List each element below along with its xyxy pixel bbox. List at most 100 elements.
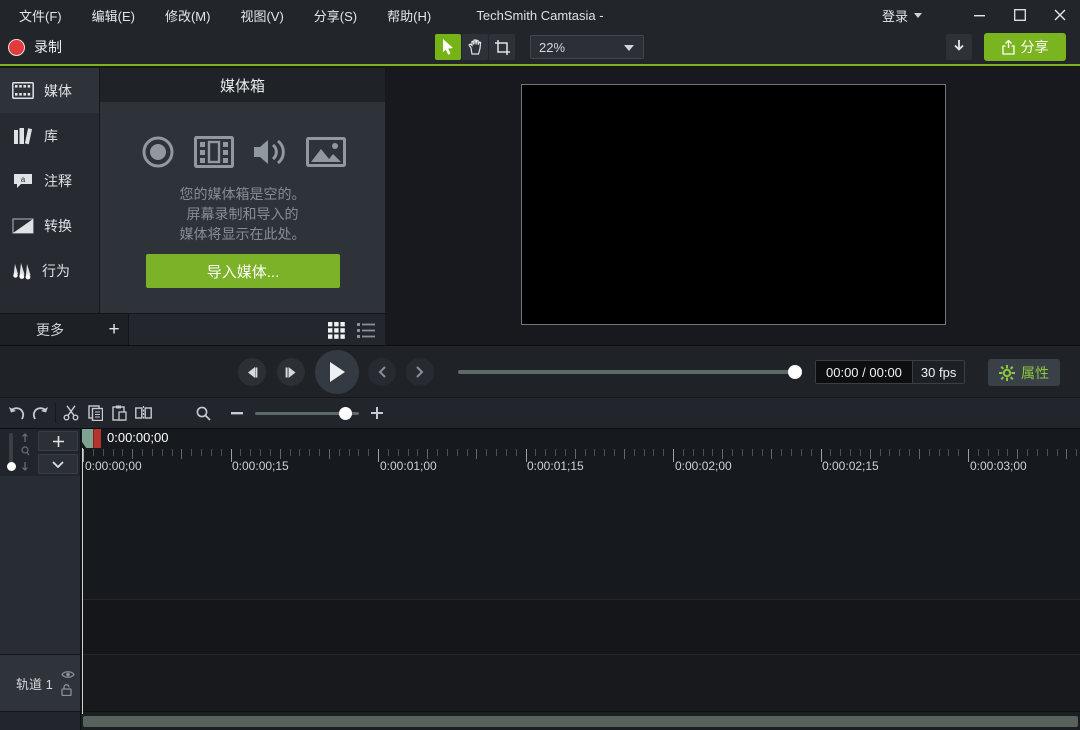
seek-slider[interactable] (458, 370, 802, 374)
step-forward-button[interactable] (277, 358, 305, 386)
chevron-down-icon (914, 13, 922, 18)
share-button[interactable]: 分享 (984, 33, 1066, 61)
maximize-button[interactable] (1000, 0, 1040, 30)
ruler-tick (850, 449, 851, 456)
ruler-tick (260, 449, 261, 456)
hand-icon (468, 39, 483, 55)
preview-stage[interactable] (521, 84, 946, 325)
grid-view-button[interactable] (328, 322, 345, 339)
eye-icon[interactable] (61, 670, 75, 679)
copy-button[interactable] (83, 401, 107, 425)
ruler-tick (172, 449, 173, 456)
playhead-line[interactable] (82, 448, 83, 714)
toolbar: 录制 22% 分享 (0, 30, 1080, 66)
canvas-zoom-select[interactable]: 22% (530, 35, 644, 59)
import-media-button[interactable]: 导入媒体... (146, 254, 340, 288)
timeline-zoom-button[interactable] (191, 401, 215, 425)
ruler-tick (663, 449, 664, 456)
sidebar-tab-label: 转换 (44, 216, 72, 236)
redo-button[interactable] (28, 401, 52, 425)
ruler-tick (408, 449, 409, 456)
sidebar-more-button[interactable]: 更多 (0, 313, 100, 345)
sidebar-tab-media[interactable]: 媒体 (0, 68, 99, 113)
seek-slider-thumb[interactable] (788, 365, 802, 379)
track1-lane[interactable] (81, 654, 1080, 711)
track1-header[interactable]: 轨道 1 (0, 654, 80, 711)
sidebar-tab-library[interactable]: 库 (0, 113, 99, 158)
time-display: 00:00 / 00:00 30 fps (815, 360, 965, 384)
pan-tool-button[interactable] (462, 34, 488, 60)
menu-edit[interactable]: 编辑(E) (77, 0, 150, 30)
ruler-label: 0:00:02;15 (822, 459, 879, 473)
add-media-button[interactable]: + (100, 314, 129, 346)
menu-file[interactable]: 文件(F) (4, 0, 77, 30)
zoom-out-button[interactable] (225, 401, 249, 425)
screen-recording-icon (140, 134, 176, 170)
export-local-button[interactable] (946, 34, 972, 60)
previous-clip-button[interactable] (368, 358, 396, 386)
svg-text:a: a (21, 175, 26, 184)
ruler-tick (771, 449, 772, 459)
ruler-tick (565, 449, 566, 456)
download-icon (953, 40, 965, 54)
lock-icon[interactable] (61, 684, 72, 696)
sidebar-tab-behaviors[interactable]: 行为 (0, 248, 99, 293)
properties-button[interactable]: 属性 (988, 359, 1060, 386)
play-icon (328, 362, 346, 382)
filmstrip-icon (12, 82, 34, 99)
ruler-tick (781, 449, 782, 456)
playhead-selection-end[interactable] (93, 429, 101, 448)
login-menu[interactable]: 登录 (882, 0, 922, 30)
ruler-tick (103, 449, 104, 456)
sidebar-tab-annotations[interactable]: a 注释 (0, 158, 99, 203)
crop-tool-button[interactable] (489, 34, 515, 60)
share-icon (1002, 40, 1015, 55)
ruler-tick (683, 449, 684, 456)
books-icon (12, 127, 34, 145)
ruler-tick (712, 449, 713, 456)
list-view-button[interactable] (357, 323, 375, 338)
gutter-footer (0, 711, 80, 730)
menu-modify[interactable]: 修改(M) (150, 0, 226, 30)
paste-icon (112, 405, 127, 421)
ruler-tick (604, 449, 605, 456)
ruler-tick (958, 449, 959, 456)
ruler-tick (191, 449, 192, 456)
undo-button[interactable] (4, 401, 28, 425)
step-back-button[interactable] (238, 358, 266, 386)
callout-icon: a (12, 172, 34, 190)
menu-share[interactable]: 分享(S) (299, 0, 372, 30)
timeline-toolbar (0, 397, 1080, 428)
ruler-tick (368, 449, 369, 456)
record-button[interactable]: 录制 (8, 30, 62, 64)
select-tool-button[interactable] (435, 34, 461, 60)
sidebar: 媒体 库 a 注释 转换 行为 更多 (0, 68, 100, 345)
copy-icon (88, 405, 103, 421)
play-button[interactable] (315, 350, 359, 394)
timeline-zoom-slider[interactable] (255, 401, 359, 425)
next-clip-button[interactable] (406, 358, 434, 386)
video-media-icon (194, 136, 234, 168)
paste-button[interactable] (107, 401, 131, 425)
close-button[interactable] (1040, 0, 1080, 30)
sidebar-tab-transitions[interactable]: 转换 (0, 203, 99, 248)
ruler-tick (1007, 449, 1008, 456)
menu-view[interactable]: 视图(V) (225, 0, 298, 30)
ruler-tick (240, 449, 241, 456)
split-button[interactable] (131, 401, 155, 425)
zoom-slider-thumb[interactable] (339, 407, 352, 420)
timeline-empty-lane[interactable] (81, 599, 1080, 654)
ruler-tick (388, 449, 389, 456)
ruler-tick (1076, 449, 1077, 456)
minimize-button[interactable] (960, 0, 1000, 30)
cut-button[interactable] (59, 401, 83, 425)
menu-help[interactable]: 帮助(H) (372, 0, 446, 30)
ruler-tick (840, 449, 841, 456)
ruler-tick (486, 449, 487, 456)
zoom-in-button[interactable] (365, 401, 389, 425)
scissors-icon (63, 405, 79, 421)
frame-rate[interactable]: 30 fps (912, 361, 964, 383)
ruler-tick (398, 449, 399, 456)
horizontal-scrollbar[interactable] (83, 716, 1078, 727)
ruler-tick (555, 449, 556, 456)
